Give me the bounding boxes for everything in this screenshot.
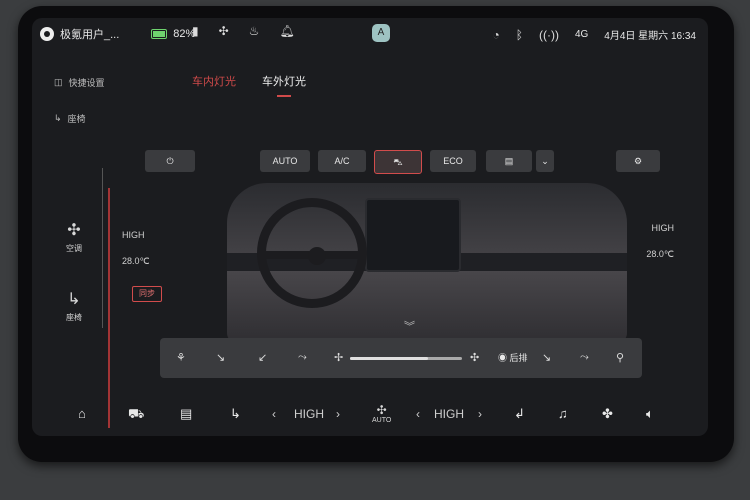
- airflow-bar: ⚘ ↘ ↙ ⤳ ✢ ✣ ◉ 后排 ↘ ⤳ ⚲: [160, 338, 642, 378]
- driver-fan-increase[interactable]: ›: [336, 407, 340, 421]
- driver-seat-icon[interactable]: ↳: [230, 406, 241, 422]
- signal-label: 4G: [574, 29, 589, 40]
- power-button[interactable]: ⏻: [145, 150, 195, 172]
- dock-auto-label: AUTO: [372, 417, 392, 424]
- quick-settings-label: 快捷设置: [68, 78, 105, 88]
- rear-icon: ◉: [498, 353, 508, 363]
- eco-button[interactable]: ECO: [430, 150, 476, 172]
- seat-tab[interactable]: ↳ 座椅: [54, 289, 94, 323]
- fan-icon: ✣: [67, 222, 81, 239]
- camera-icon[interactable]: ▮: [192, 25, 199, 37]
- passenger-seat-icon[interactable]: ↲: [514, 406, 525, 422]
- passenger-fan-decrease[interactable]: ‹: [416, 407, 420, 421]
- seat-icon: ↳: [54, 113, 62, 123]
- passenger-fan-increase[interactable]: ›: [478, 407, 482, 421]
- more-dropdown-button[interactable]: ⌄: [536, 150, 554, 172]
- expand-chevron-icon[interactable]: ︾: [404, 318, 415, 334]
- seat-tab-label: 座椅: [66, 313, 82, 322]
- user-name[interactable]: 极氪用户_...: [60, 26, 119, 42]
- fan-auto-icon: ✣: [376, 403, 387, 417]
- fan-speed-slider[interactable]: [350, 357, 462, 360]
- bell-icon[interactable]: 🔔︎: [279, 25, 294, 37]
- status-right: ◔ ᛒ ((·)) 4G 4月4日 星期六 16:34: [492, 27, 697, 43]
- defrost-icon: ▤: [504, 156, 514, 166]
- toggle-icon: ◫: [54, 77, 63, 87]
- wheel-hub: [308, 247, 326, 265]
- app-grid-icon[interactable]: ✤: [602, 406, 613, 422]
- steering-wheel-illustration: [257, 198, 367, 308]
- climate-tab-label: 空调: [66, 244, 82, 253]
- car-recirc-icon: ⛍: [393, 157, 403, 167]
- airflow-face-icon[interactable]: ↘: [216, 351, 225, 364]
- defrost-button[interactable]: ▤: [486, 150, 532, 172]
- steering-heat-icon[interactable]: ⚲: [616, 351, 624, 364]
- home-icon[interactable]: ⌂: [78, 406, 86, 421]
- seat-tab-icon: ↳: [67, 291, 81, 308]
- volume-icon[interactable]: 🔈︎: [646, 406, 654, 422]
- seat-label: 座椅: [67, 114, 86, 124]
- app-badge-icon[interactable]: A: [372, 24, 390, 42]
- dock-left-fan-value: HIGH: [294, 407, 324, 421]
- dock-right-fan-value: HIGH: [434, 407, 464, 421]
- sync-button[interactable]: 同步: [132, 286, 162, 302]
- cabin-illustration: [227, 183, 627, 343]
- user-avatar-icon[interactable]: [40, 27, 54, 41]
- bluetooth-icon: ᛒ: [515, 27, 523, 42]
- temperature-track[interactable]: [108, 188, 110, 428]
- battery-icon: [151, 29, 168, 39]
- status-icons: ▮ ✣ ♨ 🔔︎: [192, 25, 295, 37]
- wifi-icon: ((·)): [538, 27, 559, 42]
- seat-heat-icon[interactable]: ♨: [249, 25, 260, 37]
- dock-auto-climate[interactable]: ✣ AUTO: [372, 403, 391, 424]
- recirculation-button[interactable]: ⛍: [374, 150, 422, 174]
- apps-icon[interactable]: ▤: [180, 406, 192, 422]
- bottom-dock: ⌂ ⛟ ▤ ↳ ‹ HIGH › ✣ AUTO ‹ HIGH › ↲ ♫ ✤ 🔈…: [32, 394, 708, 436]
- tab-exterior-lights[interactable]: 车外灯光: [262, 73, 306, 97]
- climate-control-bar: ⏻ AUTO A/C ⛍ ECO ▤ ⌄ ⚙: [142, 150, 662, 174]
- airflow-windshield-icon[interactable]: ⤳: [298, 351, 307, 364]
- fan-status-icon[interactable]: ✣: [219, 25, 229, 37]
- location-icon: ◔: [492, 27, 500, 42]
- tab-interior-lights[interactable]: 车内灯光: [192, 73, 236, 97]
- climate-tab[interactable]: ✣ 空调: [54, 220, 94, 254]
- ac-button[interactable]: A/C: [318, 150, 366, 172]
- airflow-feet-icon[interactable]: ↙: [258, 351, 267, 364]
- rear-climate-button[interactable]: ◉ 后排: [498, 351, 528, 364]
- seat-heat-button-icon[interactable]: ⤳: [580, 351, 589, 364]
- driver-fan-decrease[interactable]: ‹: [272, 407, 276, 421]
- sidebar-divider: [102, 168, 103, 328]
- passenger-zone: HIGH 28.0℃: [646, 223, 674, 260]
- gear-icon: ⚙: [633, 156, 643, 166]
- seat-vent-icon[interactable]: ↘: [542, 351, 551, 364]
- music-icon[interactable]: ♫: [558, 406, 568, 421]
- fan-low-icon: ✢: [334, 352, 344, 364]
- auto-button[interactable]: AUTO: [260, 150, 310, 172]
- lighting-tabs: 车内灯光 车外灯光: [192, 73, 306, 97]
- infotainment-screen: 极氪用户_... 82% ▮ ✣ ♨ 🔔︎ A ◔ ᛒ ((·)) 4G 4月4…: [32, 18, 708, 436]
- passenger-fan-level: HIGH: [651, 223, 675, 233]
- fan-high-icon: ✣: [470, 352, 480, 364]
- car-icon[interactable]: ⛟: [128, 406, 144, 424]
- center-display-illustration: [365, 198, 461, 272]
- status-left: 极氪用户_... 82%: [40, 26, 195, 42]
- driver-zone: HIGH 28.0℃: [122, 230, 150, 267]
- chevron-down-icon: ⌄: [541, 156, 549, 166]
- passenger-temperature: 28.0℃: [646, 249, 674, 259]
- driver-temperature: 28.0℃: [122, 256, 150, 266]
- status-bar: 极氪用户_... 82% ▮ ✣ ♨ 🔔︎ A ◔ ᛒ ((·)) 4G 4月4…: [32, 18, 708, 50]
- seat-item[interactable]: ↳ 座椅: [54, 112, 86, 125]
- datetime: 4月4日 星期六 16:34: [604, 31, 696, 42]
- air-purify-icon[interactable]: ⚘: [176, 351, 186, 364]
- settings-button[interactable]: ⚙: [616, 150, 660, 172]
- quick-settings-item[interactable]: ◫ 快捷设置: [54, 76, 105, 89]
- rear-label: 后排: [509, 353, 528, 363]
- driver-fan-level: HIGH: [122, 230, 145, 240]
